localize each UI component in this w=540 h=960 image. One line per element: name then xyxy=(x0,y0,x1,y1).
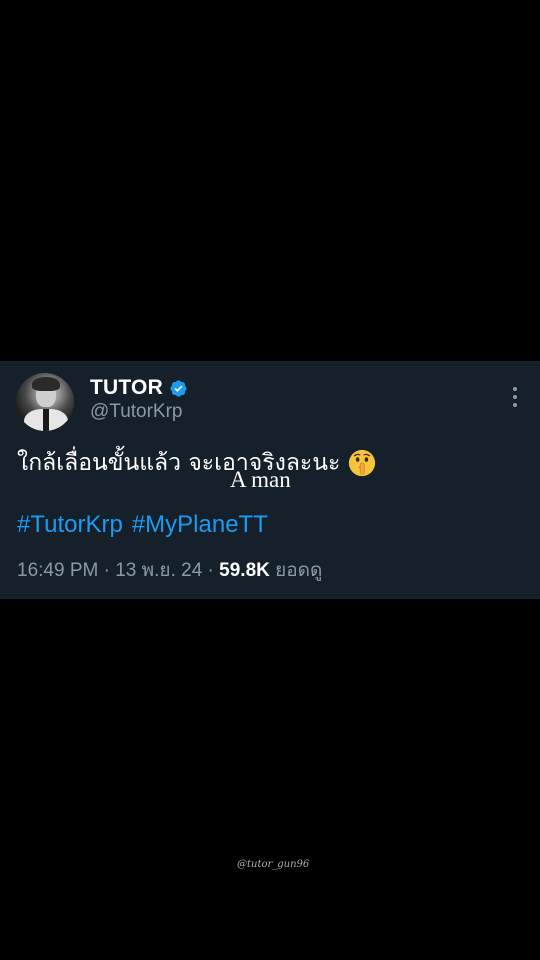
avatar-hair-shape xyxy=(32,377,60,391)
more-dot xyxy=(513,387,517,391)
more-dot xyxy=(513,403,517,407)
display-name[interactable]: TUTOR xyxy=(90,376,163,400)
verified-badge-icon xyxy=(170,379,187,397)
more-dot xyxy=(513,395,517,399)
hashtag-list: #TutorKrp #MyPlaneTT xyxy=(17,511,268,539)
shushing-face-emoji-icon xyxy=(349,449,376,477)
hashtag-link[interactable]: #TutorKrp xyxy=(17,511,123,539)
avatar-tie-shape xyxy=(43,409,49,431)
tweet-date[interactable]: 13 พ.ย. 24 xyxy=(115,560,202,581)
tweet-card[interactable]: TUTOR @TutorKrp ใกล้เลื่อนขั้นแล้ว จะเอา… xyxy=(0,361,540,599)
hashtag-link[interactable]: #MyPlaneTT xyxy=(132,511,268,539)
author-handle[interactable]: @TutorKrp xyxy=(90,401,183,423)
tweet-meta-row: 16:49 PM · 13 พ.ย. 24 · 59.8K ยอดดู xyxy=(17,555,322,585)
tweet-text: ใกล้เลื่อนขั้นแล้ว จะเอาจริงละนะ xyxy=(17,450,341,476)
meta-separator: · xyxy=(207,560,214,581)
author-name-row: TUTOR xyxy=(90,376,188,400)
tweet-text-row: ใกล้เลื่อนขั้นแล้ว จะเอาจริงละนะ xyxy=(17,445,376,481)
watermark: @tutor_gun96 xyxy=(237,859,310,870)
views-label: ยอดดู xyxy=(275,559,323,581)
tweet-time[interactable]: 16:49 PM xyxy=(17,560,98,581)
views-count[interactable]: 59.8K xyxy=(219,560,270,581)
meta-separator: · xyxy=(103,560,110,581)
more-options-icon[interactable] xyxy=(512,387,518,407)
profile-avatar[interactable] xyxy=(16,373,74,431)
overlay-caption: A man xyxy=(230,467,291,492)
